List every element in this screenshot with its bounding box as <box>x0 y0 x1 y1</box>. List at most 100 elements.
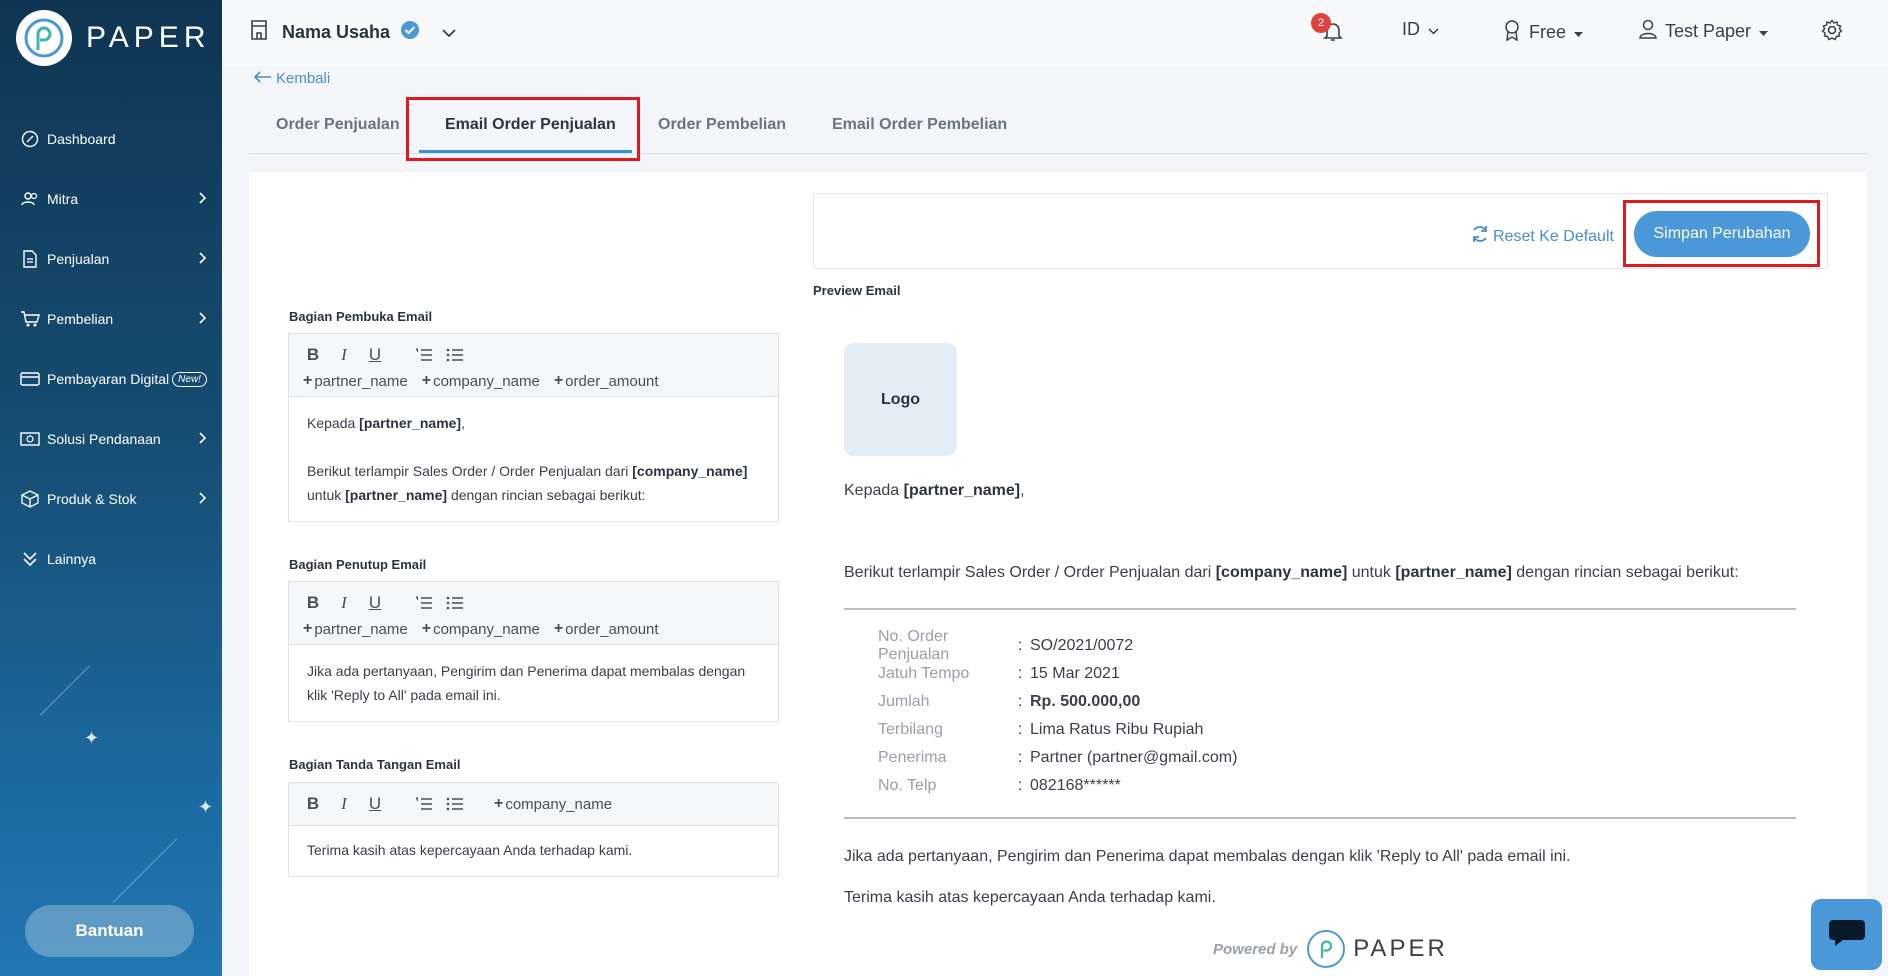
plus-icon: + <box>494 795 504 812</box>
insert-company-name-button[interactable]: + company_name <box>494 795 612 813</box>
settings-button[interactable] <box>1821 19 1843 46</box>
order-row: No. Telp:082168****** <box>878 777 1121 794</box>
sidebar-item-solusi-pendanaan[interactable]: Solusi Pendanaan <box>0 409 222 469</box>
italic-button[interactable]: I <box>334 794 354 814</box>
brand-logo[interactable]: PAPER <box>16 10 210 66</box>
sidebar-item-label: Pembelian <box>47 311 114 327</box>
sidebar-item-pembayaran-digital[interactable]: Pembayaran Digital New! <box>0 349 222 409</box>
order-row: Jatuh Tempo:15 Mar 2021 <box>878 665 1120 682</box>
bold-button[interactable]: B <box>303 593 323 613</box>
plan-selector[interactable]: Free <box>1503 19 1584 46</box>
sidebar-item-label: Pembayaran Digital <box>47 371 170 387</box>
user-menu[interactable]: Test Paper <box>1639 19 1769 44</box>
var-label: order_amount <box>565 372 659 390</box>
user-name: Test Paper <box>1665 21 1752 41</box>
award-icon <box>1503 19 1521 46</box>
preview-closing: Jika ada pertanyaan, Pengirim dan Peneri… <box>844 848 1571 865</box>
paper-logo-icon <box>16 10 72 66</box>
business-selector[interactable]: Nama Usaha <box>250 20 456 45</box>
sidebar-item-penjualan[interactable]: Penjualan <box>0 229 222 289</box>
insert-order-amount-button[interactable]: + order_amount <box>554 372 659 390</box>
underline-button[interactable]: U <box>365 345 385 365</box>
language-selector[interactable]: ID <box>1402 19 1439 40</box>
cart-icon <box>20 309 40 329</box>
new-badge: New! <box>172 371 207 387</box>
chevron-right-icon <box>198 251 207 267</box>
bullet-list-icon[interactable] <box>445 596 465 610</box>
notification-button[interactable]: 2 <box>1311 13 1345 48</box>
sidebar-item-label: Solusi Pendanaan <box>47 431 161 447</box>
back-link[interactable]: Kembali <box>253 70 330 87</box>
ordered-list-icon[interactable] <box>414 348 434 362</box>
chat-bubble-icon <box>1827 916 1867 953</box>
tab-email-order-pembelian[interactable]: Email Order Pembelian <box>832 116 1007 134</box>
bold-button[interactable]: B <box>303 794 323 814</box>
card-icon <box>20 369 40 389</box>
sidebar: ✦ ✦ PAPER Dashboard Mitra Penjualan Pemb… <box>0 0 222 976</box>
sidebar-item-pembelian[interactable]: Pembelian <box>0 289 222 349</box>
sidebar-item-produk-stok[interactable]: Produk & Stok <box>0 469 222 529</box>
sidebar-item-mitra[interactable]: Mitra <box>0 169 222 229</box>
tab-order-penjualan[interactable]: Order Penjualan <box>276 116 400 134</box>
insert-company-name-button[interactable]: + company_name <box>422 372 540 390</box>
tab-order-pembelian[interactable]: Order Pembelian <box>658 116 786 134</box>
user-icon <box>1639 19 1657 44</box>
order-row: Terbilang: Lima Ratus Ribu Rupiah <box>878 721 1204 738</box>
preview-signature: Terima kasih atas kepercayaan Anda terha… <box>844 889 1216 906</box>
italic-button[interactable]: I <box>334 593 354 613</box>
preview-greeting: Kepada [partner_name], <box>844 482 1025 499</box>
sidebar-item-dashboard[interactable]: Dashboard <box>0 109 222 169</box>
var-label: company_name <box>433 620 540 638</box>
chevrons-down-icon <box>20 549 40 569</box>
document-icon <box>20 249 40 269</box>
sidebar-item-label: Dashboard <box>47 131 116 147</box>
chevron-down-icon <box>442 22 456 43</box>
users-icon <box>20 189 40 209</box>
insert-partner-name-button[interactable]: + partner_name <box>303 372 408 390</box>
opening-text-area[interactable]: Kepada [partner_name], Berikut terlampir… <box>289 397 778 521</box>
ordered-list-icon[interactable] <box>414 797 434 811</box>
help-button[interactable]: Bantuan <box>25 905 194 957</box>
bullet-list-icon[interactable] <box>445 797 465 811</box>
chat-button[interactable] <box>1811 899 1882 970</box>
italic-button[interactable]: I <box>334 345 354 365</box>
divider <box>844 608 1796 610</box>
reset-default-button[interactable]: Reset Ke Default <box>1470 224 1614 249</box>
editor-toolbar: B I U + company_name <box>289 783 778 826</box>
star-decor-icon: ✦ <box>198 797 214 817</box>
ordered-list-icon[interactable] <box>414 596 434 610</box>
sidebar-item-label: Lainnya <box>47 551 97 567</box>
brand-name: PAPER <box>86 21 211 54</box>
bullet-list-icon[interactable] <box>445 348 465 362</box>
plus-icon: + <box>553 620 564 637</box>
plus-icon: + <box>553 372 564 389</box>
verified-icon <box>400 20 420 45</box>
reset-label: Reset Ke Default <box>1493 227 1614 245</box>
caret-down-icon <box>1574 22 1584 43</box>
signature-text-area[interactable]: Terima kasih atas kepercayaan Anda terha… <box>289 826 778 876</box>
paper-logo-icon <box>1307 930 1346 968</box>
language-label: ID <box>1402 19 1420 39</box>
underline-button[interactable]: U <box>365 794 385 814</box>
plus-icon: + <box>421 372 432 389</box>
decor-streak <box>39 665 91 716</box>
opening-section-label: Bagian Pembuka Email <box>289 309 433 324</box>
var-label: company_name <box>433 372 540 390</box>
signature-editor: B I U + company_name Terima kasih atas ke… <box>288 782 779 877</box>
chevron-down-icon <box>1428 19 1439 40</box>
bold-button[interactable]: B <box>303 345 323 365</box>
insert-company-name-button[interactable]: + company_name <box>422 620 540 638</box>
opening-editor: B I U + partner_name + company_name + order… <box>288 333 779 522</box>
order-row: Penerima: Partner (partner@gmail.com) <box>878 749 1238 766</box>
insert-partner-name-button[interactable]: + partner_name <box>303 620 408 638</box>
sidebar-item-lainnya[interactable]: Lainnya <box>0 529 222 589</box>
top-header: Nama Usaha 2 ID Free Test Paper <box>222 0 1888 66</box>
underline-button[interactable]: U <box>365 593 385 613</box>
notification-count: 2 <box>1311 13 1331 33</box>
insert-order-amount-button[interactable]: + order_amount <box>554 620 659 638</box>
preview-intro: Berikut terlampir Sales Order / Order Pe… <box>844 564 1739 581</box>
box-icon <box>20 489 40 509</box>
store-icon <box>250 20 268 45</box>
closing-text-area[interactable]: Jika ada pertanyaan, Pengirim dan Peneri… <box>289 645 778 721</box>
chevron-right-icon <box>198 191 207 207</box>
